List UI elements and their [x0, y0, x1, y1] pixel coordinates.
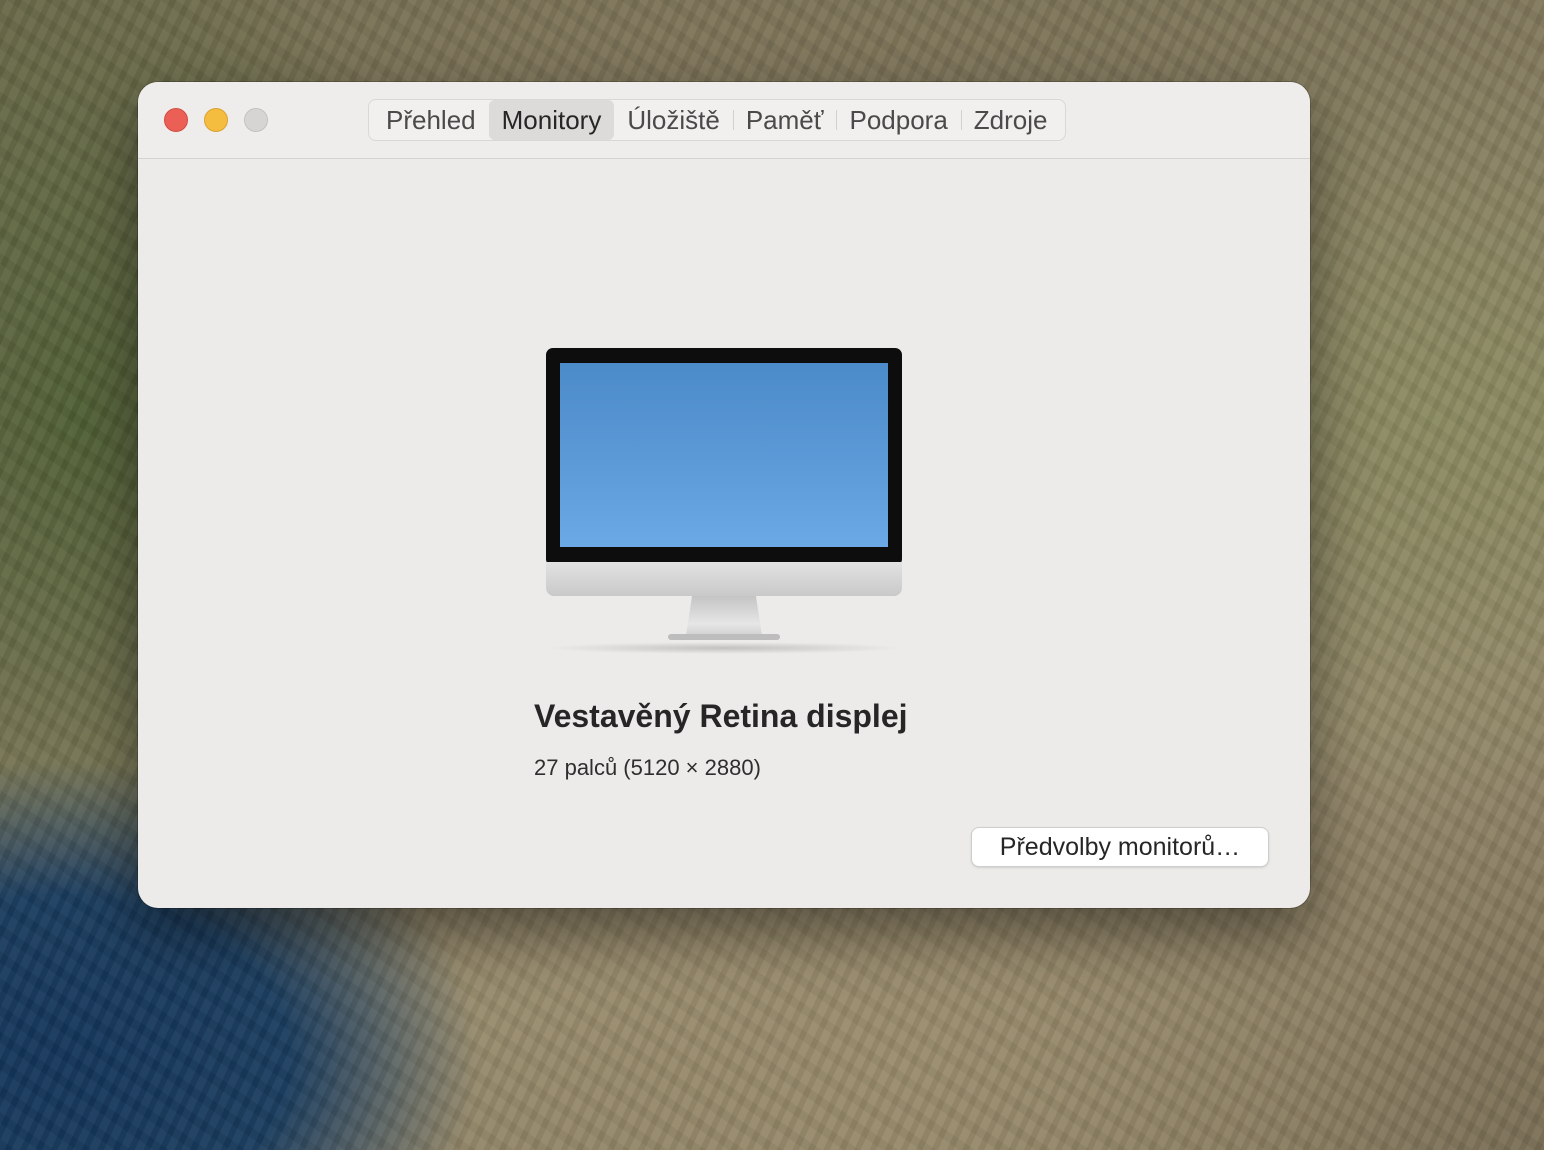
title-bar: Přehled Monitory Úložiště Paměť Podpora … — [138, 82, 1310, 159]
imac-stand — [686, 596, 762, 636]
display-preferences-button[interactable]: Předvolby monitorů… — [971, 827, 1269, 867]
imac-screen — [560, 363, 888, 547]
imac-icon — [544, 270, 904, 654]
display-name: Vestavěný Retina displej — [534, 698, 908, 734]
tab-overview[interactable]: Přehled — [373, 100, 489, 140]
tab-resources[interactable]: Zdroje — [960, 100, 1061, 140]
display-spec: 27 palců (5120 × 2880) — [534, 755, 761, 780]
displays-pane: Vestavěný Retina displej 27 palců (5120 … — [138, 159, 1310, 908]
apple-logo-icon — [716, 570, 732, 588]
tab-storage[interactable]: Úložiště — [614, 100, 732, 140]
tab-bar: Přehled Monitory Úložiště Paměť Podpora … — [368, 99, 1066, 141]
about-this-mac-window: Přehled Monitory Úložiště Paměť Podpora … — [138, 82, 1310, 908]
zoom-button[interactable] — [244, 108, 268, 132]
tab-memory[interactable]: Paměť — [732, 100, 837, 140]
imac-base — [668, 634, 780, 640]
close-button[interactable] — [164, 108, 188, 132]
tab-support[interactable]: Podpora — [836, 100, 960, 140]
minimize-button[interactable] — [204, 108, 228, 132]
tab-displays[interactable]: Monitory — [488, 100, 615, 140]
imac-shadow — [544, 642, 904, 654]
